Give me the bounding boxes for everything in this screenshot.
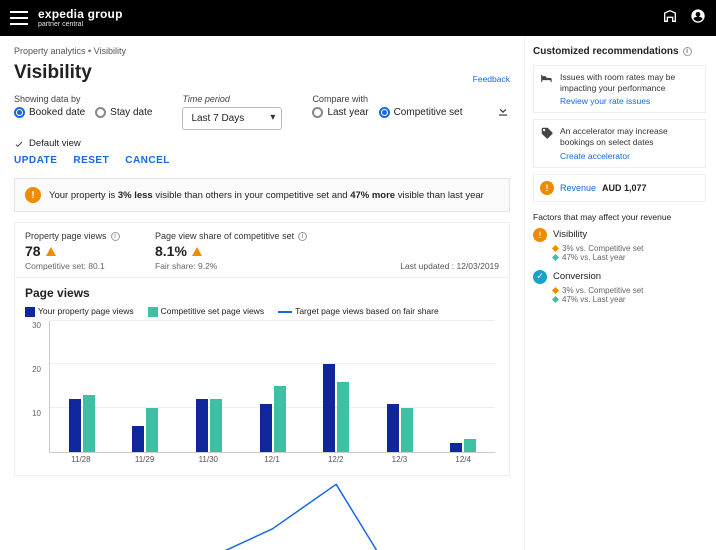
info-icon[interactable]: i <box>683 47 692 56</box>
ppv-sub: Competitive set: 80.1 <box>25 261 155 271</box>
brand-sub: partner central <box>38 21 123 28</box>
feedback-link[interactable]: Feedback <box>473 74 510 84</box>
building-icon[interactable] <box>662 8 678 29</box>
factor: ✓Conversion3% vs. Competitive set47% vs.… <box>533 270 706 304</box>
check-icon: ✓ <box>533 270 547 284</box>
page-title: Visibility <box>14 62 92 84</box>
radio-competitive-set[interactable]: Competitive set <box>379 107 463 118</box>
factor: !Visibility3% vs. Competitive set47% vs.… <box>533 228 706 262</box>
rec-link[interactable]: Review your rate issues <box>560 96 699 106</box>
page-views-chart: 302010 11/2811/2911/3012/112/212/312/4 <box>25 321 499 471</box>
bar-your[interactable] <box>69 399 81 451</box>
info-icon[interactable]: i <box>111 232 120 241</box>
visibility-alert: ! Your property is 3% less visible than … <box>14 178 510 212</box>
check-icon <box>14 139 24 149</box>
warning-icon: ! <box>540 181 554 195</box>
warning-triangle-icon <box>192 247 202 256</box>
menu-icon[interactable] <box>10 11 28 25</box>
cancel-button[interactable]: CANCEL <box>125 155 170 166</box>
diamond-icon <box>552 286 559 293</box>
bar-comp[interactable] <box>83 395 95 452</box>
share-label: Page view share of competitive set <box>155 231 294 241</box>
radio-booked-date[interactable]: Booked date <box>14 107 85 118</box>
account-icon[interactable] <box>690 8 706 29</box>
bar-your[interactable] <box>132 426 144 452</box>
warning-triangle-icon <box>46 247 56 256</box>
diamond-icon <box>552 253 559 260</box>
compare-label: Compare with <box>312 94 462 104</box>
diamond-icon <box>552 244 559 251</box>
warning-icon: ! <box>533 228 547 242</box>
bar-comp[interactable] <box>210 399 222 451</box>
bar-comp[interactable] <box>146 408 158 452</box>
revenue-amount: AUD 1,077 <box>602 183 647 193</box>
radio-last-year[interactable]: Last year <box>312 107 368 118</box>
bar-your[interactable] <box>323 364 335 451</box>
brand-main: expedia group <box>38 8 123 20</box>
download-icon[interactable] <box>496 104 510 121</box>
bar-comp[interactable] <box>337 382 349 452</box>
bar-comp[interactable] <box>274 386 286 452</box>
time-period-label: Time period <box>182 94 282 104</box>
legend-swatch-comp <box>148 307 158 317</box>
showing-data-label: Showing data by <box>14 94 152 104</box>
bar-your[interactable] <box>450 443 462 452</box>
ppv-value: 78 <box>25 243 41 259</box>
recommendation: Issues with room rates may be impacting … <box>533 65 706 113</box>
share-value: 8.1% <box>155 243 187 259</box>
ppv-label: Property page views <box>25 231 107 241</box>
bar-your[interactable] <box>387 404 399 452</box>
time-period-dropdown[interactable]: Last 7 Days <box>182 107 282 130</box>
info-icon[interactable]: i <box>298 232 307 241</box>
warning-icon: ! <box>25 187 41 203</box>
revenue-label[interactable]: Revenue <box>560 183 596 193</box>
tag-icon <box>540 126 554 160</box>
diamond-icon <box>552 295 559 302</box>
recommendation: An accelerator may increase bookings on … <box>533 119 706 167</box>
legend-swatch-your <box>25 307 35 317</box>
share-sub: Fair share: 9.2% <box>155 261 335 271</box>
bar-your[interactable] <box>196 399 208 451</box>
breadcrumb: Property analytics • Visibility <box>14 46 510 56</box>
factors-title: Factors that may affect your revenue <box>533 212 706 222</box>
update-button[interactable]: UPDATE <box>14 155 57 166</box>
recommendations-header: Customized recommendations <box>533 46 679 57</box>
bed-icon <box>540 72 554 106</box>
rec-link[interactable]: Create accelerator <box>560 151 699 161</box>
bar-your[interactable] <box>260 404 272 452</box>
bar-comp[interactable] <box>464 439 476 452</box>
legend-line-target <box>278 311 292 313</box>
last-updated: Last updated : 12/03/2019 <box>400 261 499 271</box>
bar-comp[interactable] <box>401 408 413 452</box>
brand: expedia group partner central <box>38 8 123 28</box>
default-view-label: Default view <box>29 138 81 149</box>
radio-stay-date[interactable]: Stay date <box>95 107 152 118</box>
reset-button[interactable]: RESET <box>73 155 109 166</box>
chart-title: Page views <box>25 286 499 300</box>
